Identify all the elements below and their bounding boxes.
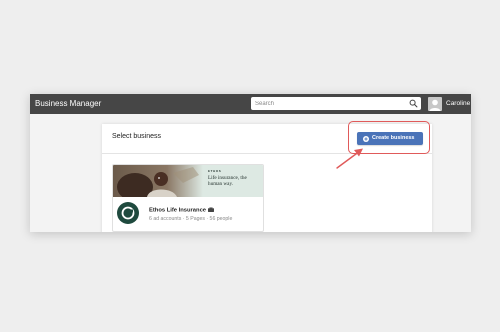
business-card[interactable]: ETHOS Life insurance, the human way. Eth… [112,164,264,232]
ethos-logo-icon [121,206,135,220]
search-box[interactable] [251,97,421,110]
top-bar: Business Manager Caroline [30,94,471,114]
business-name-text: Ethos Life Insurance [149,207,207,214]
plus-circle-icon [363,135,369,142]
business-meta: 6 ad accounts · 5 Pages · 56 people [149,216,233,222]
cover-tagline: Life insurance, the human way. [208,175,247,187]
select-business-panel: Select business Create business ETHOS Li… [102,121,432,232]
cover-brand: ETHOS [208,169,222,173]
cover-photo [113,165,203,197]
app-window: Business Manager Caroline Select busines… [30,94,471,232]
create-business-button[interactable]: Create business [357,132,423,145]
create-business-label: Create business [372,135,415,141]
panel-header: Select business Create business [102,121,432,154]
panel-title: Select business [112,133,162,140]
business-name[interactable]: Ethos Life Insurance [149,207,215,214]
business-logo [117,202,139,224]
business-cover-image: ETHOS Life insurance, the human way. [113,165,263,197]
app-title: Business Manager [35,99,102,108]
main-content: Select business Create business ETHOS Li… [30,114,471,232]
callout-arrow-icon [336,148,363,169]
briefcase-icon [208,207,215,212]
search-icon[interactable] [409,99,418,108]
avatar[interactable] [428,97,442,111]
user-name[interactable]: Caroline [446,94,470,114]
person-icon [429,99,441,111]
search-input[interactable] [255,97,405,110]
